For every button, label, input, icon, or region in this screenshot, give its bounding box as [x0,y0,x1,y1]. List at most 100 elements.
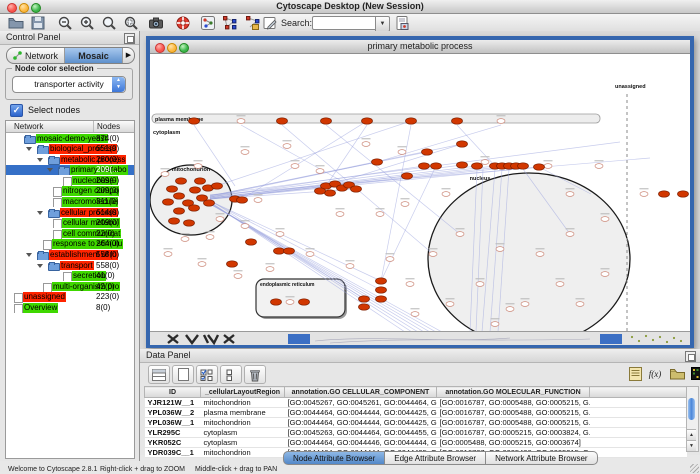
network-node[interactable] [446,302,454,307]
network-node[interactable] [306,252,314,257]
network-node[interactable] [181,237,189,242]
scroll-up-icon[interactable]: ▲ [687,429,696,440]
save-icon[interactable] [30,15,46,31]
network-node[interactable] [472,163,483,169]
scroll-down-icon[interactable]: ▼ [687,440,696,451]
table-cell-mol[interactable]: [GO:0016787, GO:0005488, GO:0005215, G..… [437,408,590,418]
network-node[interactable] [212,183,223,189]
tree-row[interactable]: biological_process651(0) [6,144,134,155]
network-node[interactable] [237,197,248,203]
network-node[interactable] [362,118,373,124]
network-node[interactable] [386,257,394,262]
network-node[interactable] [274,248,285,254]
search-dropdown-icon[interactable]: ▼ [375,16,390,32]
table-column-header[interactable] [590,387,687,398]
network-node[interactable] [277,118,288,124]
tree-row[interactable]: Overview8(0) [6,303,134,314]
network-node[interactable] [406,118,417,124]
network-window-titlebar[interactable]: primary metabolic process [150,40,690,54]
network-node[interactable] [476,282,484,287]
network-view-window[interactable]: primary metabolic process plasma membran… [146,36,694,348]
delete-attribute-icon[interactable] [244,365,266,384]
network-node[interactable] [406,282,414,287]
table-cell-id[interactable]: YLR295C [145,428,201,438]
tree-row[interactable]: metabolic process280(0) [6,154,134,165]
expand-arrow-icon[interactable] [37,264,43,268]
zoom-selected-icon[interactable] [101,15,117,31]
tab-mosaic[interactable]: Mosaic [65,48,123,63]
network-node[interactable] [481,160,489,165]
import-attributes-icon[interactable] [667,365,687,382]
network-node[interactable] [189,205,200,211]
network-node[interactable] [362,142,370,147]
network-window-zoom-icon[interactable] [179,43,189,53]
network-node[interactable] [372,159,383,165]
network-node[interactable] [241,224,249,229]
network-node[interactable] [266,267,274,272]
network-node[interactable] [291,164,299,169]
network-node[interactable] [456,232,464,237]
table-cell-fill[interactable] [590,428,687,438]
expand-arrow-icon[interactable] [26,253,32,257]
table-cell-cell[interactable]: [GO:0045263, GO:0044464, GO:0044455, G..… [285,428,437,438]
function-builder-icon[interactable]: f​(x) [645,365,665,382]
table-cell-region[interactable]: mitochondrion [201,398,285,408]
table-cell-cell[interactable]: [GO:0044464, GO:0044444, GO:0044425, G..… [285,408,437,418]
tree-row[interactable]: unassigned223(0) [6,292,134,303]
network-node[interactable] [491,322,499,327]
annotation-icon[interactable] [262,15,278,31]
zoom-fit-icon[interactable] [123,15,139,31]
tree-row[interactable]: mosaic-demo-yeast874(0) [6,133,134,144]
table-cell-id[interactable]: YDR039C__1 [145,448,201,458]
table-scrollbar[interactable]: ▲ ▼ [686,386,699,452]
network-node[interactable] [194,164,202,169]
notes-icon[interactable] [625,365,645,382]
network-node[interactable] [198,262,206,267]
network-node[interactable] [566,232,574,237]
search-input[interactable] [312,16,376,30]
network-node[interactable] [431,163,442,169]
table-cell-id[interactable]: YKR052C [145,438,201,448]
tree-row[interactable]: macromolecule311(0) [6,197,134,208]
network-node[interactable] [276,232,284,237]
table-cell-cell[interactable]: [GO:0044464, GO:0044444, GO:0044425, G..… [285,418,437,428]
tree-row[interactable]: nitrogen compo209(0) [6,186,134,197]
network-node[interactable] [457,141,468,147]
plasma-membrane-region[interactable] [152,114,600,123]
expand-arrow-icon[interactable] [26,147,32,151]
tree-row[interactable]: transport558(0) [6,260,134,271]
network-node[interactable] [566,192,574,197]
tree-row[interactable]: cellular metabol209(0) [6,218,134,229]
tree-row[interactable]: nucleobase-209(0) [6,175,134,186]
network-window-minimize-icon[interactable] [167,43,177,53]
tab-edge-attribute-browser[interactable]: Edge Attribute Browser [385,451,486,465]
network-window-close-icon[interactable] [155,43,165,53]
scrollbar-thumb[interactable] [688,398,695,420]
network-node[interactable] [176,178,187,184]
table-row[interactable]: YPL036W__1mitochondrion[GO:0044464, GO:0… [145,418,687,428]
tab-overflow-icon[interactable]: ▶ [123,48,134,63]
expand-arrow-icon[interactable] [37,158,43,162]
nucleus-region[interactable] [428,173,630,331]
table-row[interactable]: YPL036W__2plasma membrane[GO:0044464, GO… [145,408,687,418]
network-node[interactable] [241,150,249,155]
tree-row[interactable]: primary metabo209(... [6,165,134,176]
network-node[interactable] [536,252,544,257]
network-node[interactable] [411,312,419,317]
network-node[interactable] [595,164,603,169]
network-node[interactable] [398,150,406,155]
network-node[interactable] [376,212,384,217]
network-node[interactable] [518,163,529,169]
network-node[interactable] [254,198,262,203]
network-node[interactable] [534,164,545,170]
zoom-window-icon[interactable] [31,3,41,13]
float-data-panel-icon[interactable] [685,351,696,362]
network-node[interactable] [271,299,282,305]
network-node[interactable] [351,186,362,192]
help-lifesaver-icon[interactable] [175,15,191,31]
network-node[interactable] [161,172,169,177]
network-edge[interactable] [210,121,411,188]
table-column-header[interactable]: _cellularLayoutRegion [201,387,285,398]
table-cell-mol[interactable]: [GO:0016787, GO:0005488, GO:0005215, G..… [437,418,590,428]
network-node[interactable] [234,274,242,279]
